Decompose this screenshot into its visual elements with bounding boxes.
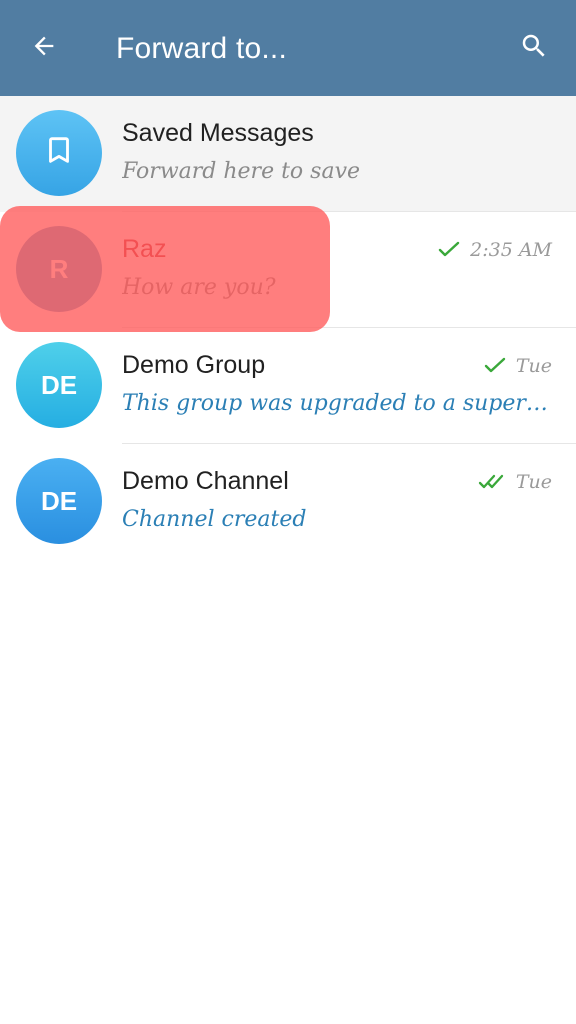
chat-preview: How are you?: [122, 275, 276, 300]
search-icon: [519, 31, 549, 66]
chat-preview: Channel created: [122, 507, 307, 532]
chat-name: Demo Group: [122, 351, 266, 379]
chat-preview: This group was upgraded to a super…: [122, 391, 548, 416]
chat-row-raz[interactable]: R Raz How are you? 2:35 AM: [0, 212, 576, 328]
app-bar: Forward to...: [0, 0, 576, 96]
chat-meta: Tue: [484, 352, 552, 380]
avatar-initials: DE: [40, 369, 78, 400]
check-icon: [484, 357, 506, 375]
chat-meta: Tue: [478, 468, 552, 496]
raz-avatar: R: [16, 226, 102, 312]
chat-preview: Forward here to save: [122, 159, 361, 184]
chat-time: 2:35 AM: [470, 239, 552, 261]
page-title: Forward to...: [116, 32, 287, 65]
demo-group-avatar: DE: [16, 342, 102, 428]
demo-channel-avatar: DE: [16, 458, 102, 544]
arrow-left-icon: [30, 32, 58, 65]
chat-meta: 2:35 AM: [438, 236, 552, 264]
chat-time: Tue: [515, 471, 552, 493]
chat-time: Tue: [515, 355, 552, 377]
chat-row-demo-group[interactable]: DE Demo Group This group was upgraded to…: [0, 328, 576, 444]
bookmark-icon: [42, 131, 76, 176]
avatar-initials: R: [49, 253, 69, 284]
saved-messages-avatar: [16, 110, 102, 196]
check-icon: [438, 241, 460, 259]
double-check-icon: [478, 473, 506, 491]
chat-row-demo-channel[interactable]: DE Demo Channel Channel created Tue: [0, 444, 576, 560]
chat-name: Demo Channel: [122, 467, 289, 495]
back-button[interactable]: [20, 24, 68, 72]
avatar-initials: DE: [40, 485, 78, 516]
chat-row-saved-messages[interactable]: Saved Messages Forward here to save: [0, 96, 576, 212]
forward-screen: Forward to... Saved Messages Forward her…: [0, 0, 576, 1024]
chat-list: Saved Messages Forward here to save R Ra…: [0, 96, 576, 560]
search-button[interactable]: [510, 24, 558, 72]
chat-name: Saved Messages: [122, 119, 314, 147]
chat-name: Raz: [122, 235, 167, 263]
